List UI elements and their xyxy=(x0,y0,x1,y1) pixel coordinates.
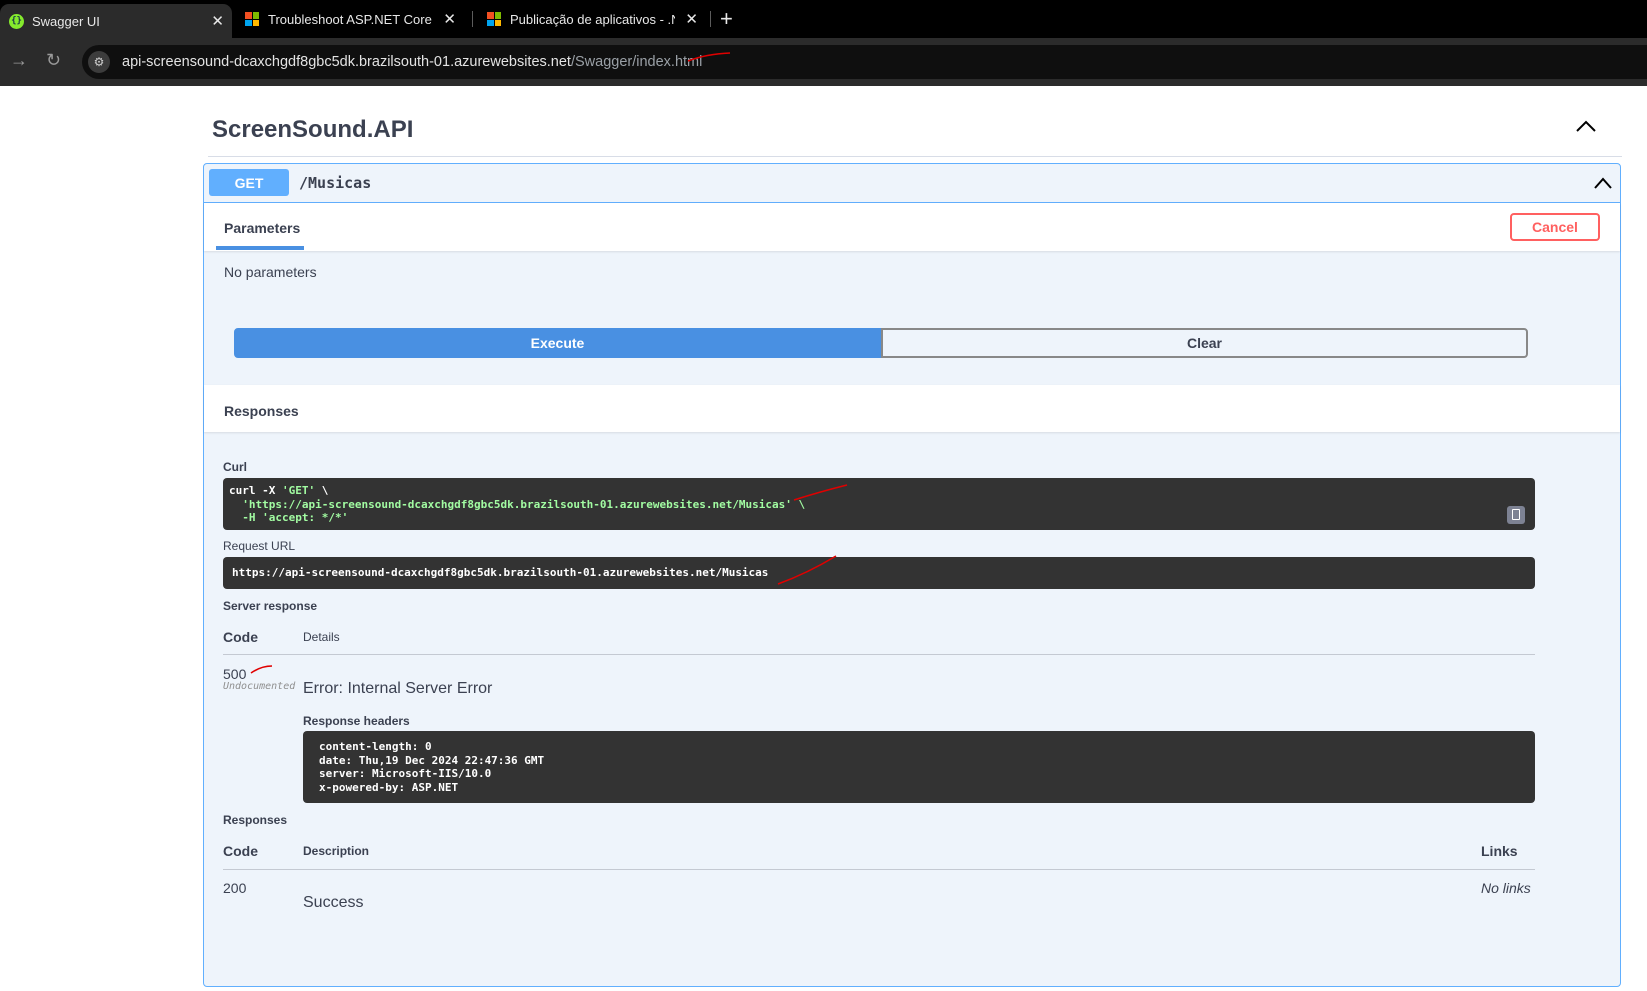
tab-swagger-ui[interactable]: {} Swagger UI ✕ xyxy=(0,4,232,38)
close-icon[interactable]: ✕ xyxy=(685,10,698,28)
microsoft-icon xyxy=(245,12,259,26)
header-line: date: Thu,19 Dec 2024 22:47:36 GMT xyxy=(319,753,545,767)
tab-title: Troubleshoot ASP.NET Core on xyxy=(268,11,433,27)
reload-icon[interactable]: ↻ xyxy=(46,50,61,71)
tab-separator xyxy=(472,11,473,27)
browser-tab-bar: {} Swagger UI ✕ Troubleshoot ASP.NET Cor… xyxy=(0,0,1647,38)
response-description: Success xyxy=(303,894,364,911)
curl-code-block[interactable]: curl -X 'GET' \ 'https://api-screensound… xyxy=(223,478,1535,530)
execute-button-group: Execute Clear xyxy=(234,328,1528,358)
undocumented-tag: Undocumented xyxy=(223,681,296,692)
active-tab-indicator xyxy=(216,246,304,250)
details-column-header: Details xyxy=(303,630,340,644)
curl-label: Curl xyxy=(223,460,247,474)
header-line: content-length: 0 xyxy=(319,740,432,753)
server-response-label: Server response xyxy=(223,599,318,613)
tab-parameters[interactable]: Parameters xyxy=(224,220,300,236)
responses-header: Responses xyxy=(204,385,1620,432)
description-column-header: Description xyxy=(303,844,370,858)
close-icon[interactable]: ✕ xyxy=(211,12,224,30)
address-bar[interactable]: ⚙ api-screensound-dcaxchgdf8gbc5dk.brazi… xyxy=(82,45,1647,79)
request-url-label: Request URL xyxy=(223,539,296,553)
chevron-up-icon[interactable] xyxy=(1574,116,1598,136)
no-parameters-text: No parameters xyxy=(224,264,317,280)
code-column-header: Code xyxy=(223,629,258,645)
divider xyxy=(223,869,1535,870)
response-headers-label: Response headers xyxy=(303,714,410,728)
operation-path: /Musicas xyxy=(299,174,372,192)
response-code: 200 xyxy=(223,880,247,896)
tab-title: Swagger UI xyxy=(32,13,100,29)
method-badge: GET xyxy=(209,169,289,196)
swagger-icon: {} xyxy=(9,13,24,29)
tab-troubleshoot[interactable]: Troubleshoot ASP.NET Core on ✕ xyxy=(232,0,464,38)
response-headers-block[interactable]: content-length: 0 date: Thu,19 Dec 2024 … xyxy=(303,731,1535,803)
close-icon[interactable]: ✕ xyxy=(443,10,456,28)
browser-toolbar: → ↻ ⚙ api-screensound-dcaxchgdf8gbc5dk.b… xyxy=(0,38,1647,86)
curl-line: 'https://api-screensound-dcaxchgdf8gbc5d… xyxy=(229,497,806,511)
curl-line: -H 'accept: */*' xyxy=(229,511,349,524)
cancel-button[interactable]: Cancel xyxy=(1510,213,1600,241)
responses-heading: Responses xyxy=(224,403,299,419)
header-line: x-powered-by: ASP.NET xyxy=(319,780,459,794)
tab-separator xyxy=(710,11,711,27)
url-path: /Swagger/index.html xyxy=(570,54,703,70)
microsoft-icon xyxy=(487,12,501,26)
response-status-code: 500 xyxy=(223,666,247,682)
api-title: ScreenSound.API xyxy=(212,116,414,143)
parameters-header: Parameters Cancel xyxy=(204,203,1620,251)
tab-publicacao[interactable]: Publicação de aplicativos - .NET ✕ xyxy=(474,0,706,38)
red-annotation-mark xyxy=(250,665,273,674)
swagger-page: ScreenSound.API GET /Musicas Parameters … xyxy=(0,86,1647,991)
new-tab-button[interactable]: + xyxy=(720,6,733,32)
request-url-block[interactable]: https://api-screensound-dcaxchgdf8gbc5dk… xyxy=(223,557,1535,589)
links-column-header: Links xyxy=(1481,843,1518,859)
site-settings-icon[interactable]: ⚙ xyxy=(88,51,110,73)
operation-summary[interactable]: GET /Musicas xyxy=(204,164,1620,203)
error-message: Error: Internal Server Error xyxy=(303,680,493,697)
curl-method-literal: 'GET' xyxy=(281,484,316,497)
url-host: api-screensound-dcaxchgdf8gbc5dk.brazils… xyxy=(122,54,571,70)
operation-block-get-musicas: GET /Musicas Parameters Cancel No parame… xyxy=(203,163,1621,987)
divider xyxy=(208,156,1622,157)
copy-to-clipboard-icon[interactable] xyxy=(1507,506,1525,524)
header-line: server: Microsoft-IIS/10.0 xyxy=(319,767,492,780)
forward-arrow-icon[interactable]: → xyxy=(10,50,28,71)
curl-command: curl -X 'GET' \ xyxy=(229,484,329,497)
responses-label: Responses xyxy=(223,813,288,827)
execute-button[interactable]: Execute xyxy=(234,328,881,358)
response-links: No links xyxy=(1481,880,1531,896)
request-url: https://api-screensound-dcaxchgdf8gbc5dk… xyxy=(232,566,769,579)
clear-button[interactable]: Clear xyxy=(881,328,1528,358)
tab-title: Publicação de aplicativos - .NET xyxy=(510,11,675,27)
divider xyxy=(223,654,1535,655)
chevron-up-icon[interactable] xyxy=(1592,174,1614,192)
code-column-header: Code xyxy=(223,843,258,859)
url-text[interactable]: api-screensound-dcaxchgdf8gbc5dk.brazils… xyxy=(122,54,702,70)
curl-line: curl -X 'GET' \ xyxy=(229,484,1529,498)
